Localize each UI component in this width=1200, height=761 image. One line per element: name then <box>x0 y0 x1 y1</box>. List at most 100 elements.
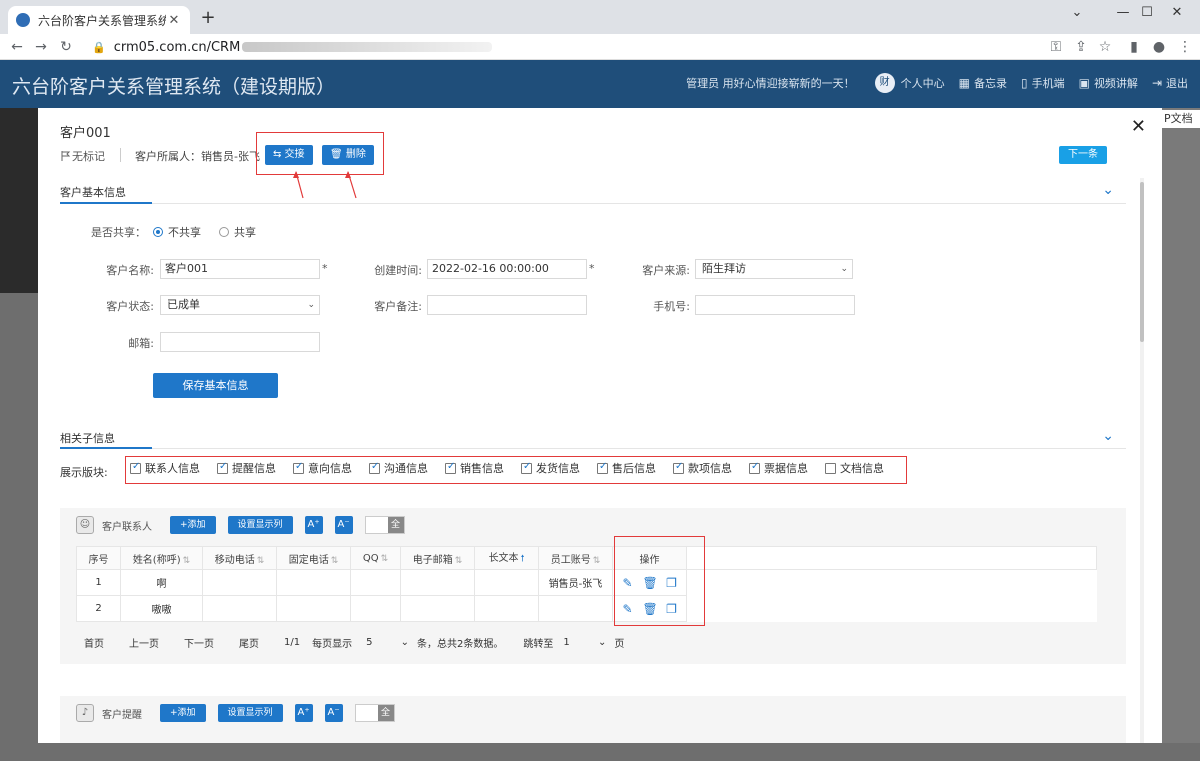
cell <box>474 569 539 596</box>
panels-label: 展示版块: <box>60 466 108 479</box>
contact-icon: ☺ <box>76 516 94 534</box>
nav-logout[interactable]: ⇥ 退出 <box>1152 75 1188 91</box>
required-mark: * <box>589 262 595 275</box>
font-decrease-button[interactable]: A⁻ <box>324 704 343 722</box>
prev-page-link[interactable]: 上一页 <box>129 635 159 650</box>
cell <box>202 569 277 596</box>
add-contact-button[interactable]: +添加 <box>170 516 216 534</box>
first-page-link[interactable]: 首页 <box>84 635 104 650</box>
profile-icon[interactable]: ● <box>1148 36 1170 58</box>
status-value: 已成单 <box>167 298 200 311</box>
set-columns-button[interactable]: 设置显示列 <box>217 704 283 722</box>
per-page-select[interactable]: 5 ⌄ <box>366 637 409 648</box>
mobile-icon: ▯ <box>1020 76 1028 90</box>
sort-icon[interactable]: ⇅ <box>593 556 601 566</box>
font-decrease-button[interactable]: A⁻ <box>334 516 353 534</box>
table-row: 1 啊 销售员-张飞 ✎ 🗑 ❐ <box>76 569 1097 596</box>
scroll-thumb[interactable] <box>1140 182 1144 342</box>
url-blur <box>242 42 493 52</box>
radio-label: 共享 <box>234 226 256 239</box>
chevron-down-icon[interactable]: ⌄ <box>1102 182 1114 198</box>
column-header[interactable]: 固定电话 ⇅ <box>276 546 351 570</box>
nav-mobile[interactable]: ▯ 手机端 <box>1021 75 1065 91</box>
greeting-text: 管理员 用好心情迎接崭新的一天！ <box>686 77 855 90</box>
tab-close-icon[interactable]: ✕ <box>166 13 182 28</box>
sort-icon[interactable]: ⇅ <box>455 556 463 566</box>
set-columns-button[interactable]: 设置显示列 <box>227 516 293 534</box>
window-close-button[interactable]: ✕ <box>1154 0 1200 30</box>
back-arrow-icon[interactable]: ← <box>6 36 28 58</box>
user-avatar[interactable]: 财 <box>874 73 895 93</box>
source-select[interactable]: 陌生拜访 ⌄ <box>695 259 853 279</box>
column-header[interactable]: QQ ⇅ <box>350 546 401 570</box>
bookmark-star-icon[interactable]: ☆ <box>1094 36 1116 58</box>
save-basic-info-button[interactable]: 保存基本信息 <box>153 373 278 398</box>
customer-name-input[interactable]: 客户001 <box>160 259 320 279</box>
logout-icon: ⇥ <box>1151 76 1162 90</box>
jump-page-select[interactable]: 1 ⌄ <box>563 637 606 648</box>
forward-arrow-icon[interactable]: → <box>30 36 52 58</box>
reload-icon[interactable]: ↻ <box>55 36 77 58</box>
share-icon[interactable]: ⇪ <box>1070 36 1092 58</box>
cell: 2 <box>76 595 121 622</box>
nav-label: 手机端 <box>1031 77 1065 90</box>
menu-kebab-icon[interactable]: ⋮ <box>1174 36 1196 58</box>
browser-tabstrip: 六台阶客户关系管理系统（建设期 ✕ + ⌄ — ☐ ✕ <box>0 0 1200 34</box>
owner-label: 客户所属人：销售员-张飞 <box>135 150 260 163</box>
app-nav: 管理员 用好心情迎接崭新的一天！ 财 个人中心 ▦ 备忘录 ▯ 手机端 ▣ 视频讲解 … <box>686 73 1188 93</box>
last-page-link[interactable]: 尾页 <box>239 635 259 650</box>
radio-unselected-icon <box>219 227 229 237</box>
new-tab-button[interactable]: + <box>198 8 218 28</box>
column-header[interactable]: 电子邮箱 ⇅ <box>400 546 475 570</box>
sort-icon[interactable]: ⇅ <box>331 556 339 566</box>
nav-memo[interactable]: ▦ 备忘录 <box>959 75 1007 91</box>
sort-icon[interactable]: ⇅ <box>257 556 265 566</box>
toggle-knob <box>365 517 388 533</box>
table-header-row: 序号 姓名(称呼) ⇅ 移动电话 ⇅ 固定电话 ⇅ QQ ⇅ 电子邮箱 ⇅ 长文本 🠕 员工… <box>76 546 1097 570</box>
browser-tab[interactable]: 六台阶客户关系管理系统（建设期 ✕ <box>8 6 190 34</box>
column-header: 序号 <box>76 546 121 570</box>
sidebar-icon[interactable]: ▮ <box>1123 36 1145 58</box>
show-all-toggle[interactable]: 全 <box>364 516 405 534</box>
section-underline <box>60 447 152 449</box>
radio-label: 不共享 <box>168 226 201 239</box>
share-label: 是否共享： <box>91 226 146 239</box>
column-header[interactable]: 长文本 🠕 <box>474 546 539 570</box>
column-header[interactable]: 员工账号 ⇅ <box>538 546 613 570</box>
contacts-toolbar: ☺ 客户联系人 +添加 设置显示列 A⁺ A⁻ 全 <box>76 516 405 534</box>
close-icon[interactable]: ✕ <box>1131 116 1146 137</box>
toggle-all-label: 全 <box>387 517 404 533</box>
column-header[interactable]: 移动电话 ⇅ <box>202 546 277 570</box>
nav-video[interactable]: ▣ 视频讲解 <box>1079 75 1138 91</box>
radio-share[interactable]: 共享 <box>219 224 256 240</box>
modal-scrollbar[interactable] <box>1140 178 1144 743</box>
radio-not-share[interactable]: 不共享 <box>153 224 201 240</box>
sort-icon[interactable]: ⇅ <box>381 554 389 564</box>
bell-icon: ♪ <box>76 704 94 722</box>
font-increase-button[interactable]: A⁺ <box>304 516 323 534</box>
created-time-input[interactable]: 2022-02-16 00:00:00 <box>427 259 587 279</box>
phone-input[interactable] <box>695 295 855 315</box>
remark-input[interactable] <box>427 295 587 315</box>
contacts-table: 序号 姓名(称呼) ⇅ 移动电话 ⇅ 固定电话 ⇅ QQ ⇅ 电子邮箱 ⇅ 长文本 🠕 员工… <box>76 546 1097 622</box>
next-record-button[interactable]: 下一条 <box>1059 146 1107 164</box>
jump-page-value: 1 <box>563 637 570 648</box>
key-icon[interactable]: ⚿ <box>1045 36 1067 58</box>
address-bar[interactable]: 🔒 crm05.com.cn/CRM <box>84 36 1044 58</box>
column-header[interactable]: 姓名(称呼) ⇅ <box>120 546 203 570</box>
tab-search-icon[interactable]: ⌄ <box>1054 0 1100 30</box>
add-reminder-button[interactable]: +添加 <box>160 704 206 722</box>
font-increase-button[interactable]: A⁺ <box>294 704 313 722</box>
nav-personal-center[interactable]: 个人中心 <box>901 75 945 91</box>
page-indicator: 1/1 <box>284 637 301 648</box>
flag-toggle[interactable]: 无标记 <box>60 148 105 164</box>
cell <box>276 569 351 596</box>
sort-icon[interactable]: ⇅ <box>183 556 191 566</box>
next-page-link[interactable]: 下一页 <box>184 635 214 650</box>
source-label: 客户来源: <box>642 264 690 277</box>
status-select[interactable]: 已成单 ⌄ <box>160 295 320 315</box>
sort-up-icon[interactable]: 🠕 <box>521 554 525 564</box>
email-input[interactable] <box>160 332 320 352</box>
chevron-down-icon[interactable]: ⌄ <box>1102 428 1114 444</box>
show-all-toggle[interactable]: 全 <box>354 704 395 722</box>
